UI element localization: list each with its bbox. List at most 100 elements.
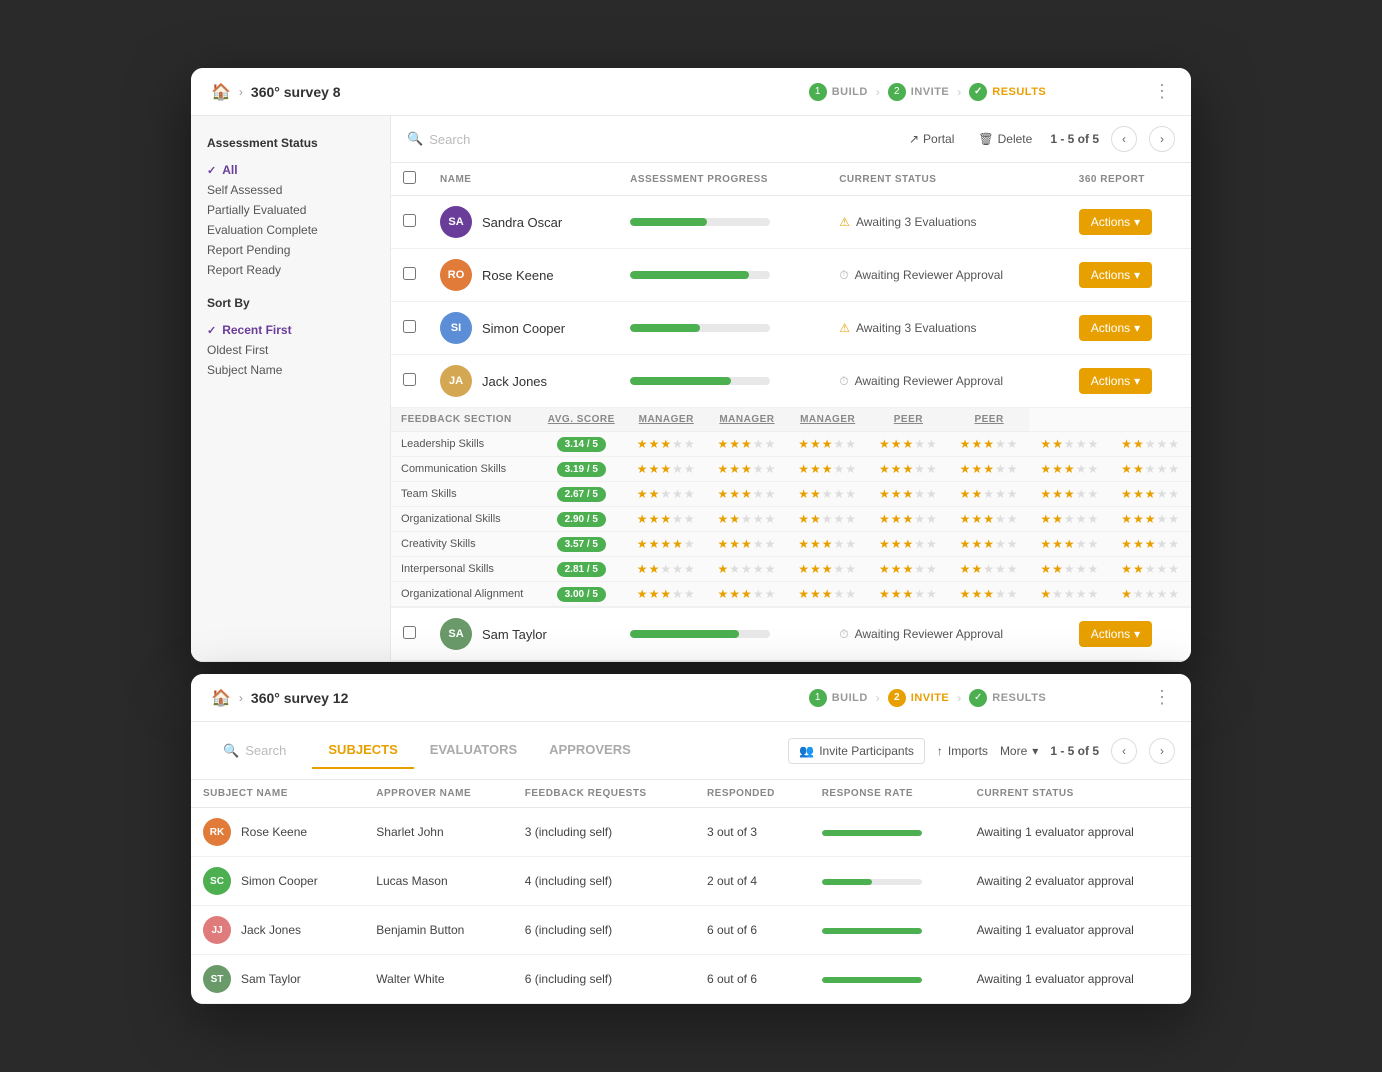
name-cell: SI Simon Cooper xyxy=(428,302,618,355)
home-icon[interactable]: 🏠 xyxy=(211,82,231,102)
star-rating: ★★★★★ xyxy=(718,512,777,526)
tab-approvers[interactable]: APPROVERS xyxy=(533,732,647,769)
actions-chevron-icon: ▾ xyxy=(1134,321,1140,335)
list-item: Team Skills 2.67 / 5 ★★★★★★★★★★★★★★★★★★★… xyxy=(391,482,1191,507)
more-options-icon[interactable]: ⋮ xyxy=(1153,81,1171,102)
table-header-row: NAME ASSESSMENT PROGRESS CURRENT STATUS … xyxy=(391,163,1191,196)
star-rating: ★★★★★ xyxy=(718,462,777,476)
rating-cell: ★★★★★ xyxy=(868,557,949,582)
star-rating: ★★★★★ xyxy=(879,562,938,576)
response-fill xyxy=(822,928,922,934)
sort-oldest[interactable]: Oldest First xyxy=(207,340,374,360)
filter-self-assessed[interactable]: Self Assessed xyxy=(207,180,374,200)
list-item: Communication Skills 3.19 / 5 ★★★★★★★★★★… xyxy=(391,457,1191,482)
subject-name: Sam Taylor xyxy=(482,627,547,642)
sidebar: Assessment Status ✓ All Self Assessed Pa… xyxy=(191,116,391,661)
rating-cell: ★★★★★ xyxy=(787,582,868,607)
delete-button[interactable]: 🗑 Delete xyxy=(972,128,1038,150)
subjects-table: SUBJECT NAME APPROVER NAME FEEDBACK REQU… xyxy=(191,780,1191,1004)
filter-all[interactable]: ✓ All xyxy=(207,160,374,180)
clock-icon: ⏱ xyxy=(839,268,848,283)
star-rating: ★★★★★ xyxy=(637,437,696,451)
sort-recent[interactable]: ✓ Recent First xyxy=(207,320,374,340)
progress-bar xyxy=(630,630,770,638)
results-content: 🔍 Search ↗ Portal 🗑 Delete 1 - 5 of 5 ‹ … xyxy=(391,116,1191,661)
subjects-tbody: RK Rose Keene Sharlet John 3 (including … xyxy=(191,808,1191,1004)
imports-button[interactable]: ↑ Imports xyxy=(937,744,988,758)
rating-cell: ★★★★★ xyxy=(1110,582,1191,607)
portal-button[interactable]: ↗ Portal xyxy=(903,128,960,150)
tab-subjects[interactable]: SUBJECTS xyxy=(312,732,413,769)
sort-section: Sort By ✓ Recent First Oldest First Subj… xyxy=(207,296,374,380)
avatar: JJ xyxy=(203,916,231,944)
th-peer-1: Peer xyxy=(868,408,949,432)
subject-name: Rose Keene xyxy=(482,268,554,283)
tab-search[interactable]: 🔍 Search xyxy=(207,733,302,769)
next-page-button-2[interactable]: › xyxy=(1149,738,1175,764)
row-checkbox[interactable] xyxy=(403,320,416,333)
next-page-button[interactable]: › xyxy=(1149,126,1175,152)
step-invite-label: INVITE xyxy=(911,86,949,98)
avatar: SI xyxy=(440,312,472,344)
star-rating: ★★★★★ xyxy=(798,512,857,526)
response-progress-bar xyxy=(822,830,922,836)
row-checkbox[interactable] xyxy=(403,214,416,227)
star-rating: ★★★★★ xyxy=(1040,562,1099,576)
progress-cell xyxy=(618,608,827,661)
actions-button[interactable]: Actions ▾ xyxy=(1079,368,1152,394)
filter-partially[interactable]: Partially Evaluated xyxy=(207,200,374,220)
rating-cell: ★★★★★ xyxy=(1029,432,1110,457)
rating-cell: ★★★★★ xyxy=(1029,507,1110,532)
actions-cell: Actions ▾ xyxy=(1067,355,1191,408)
actions-cell: Actions ▾ xyxy=(1067,249,1191,302)
progress-fill xyxy=(630,271,749,279)
actions-button[interactable]: Actions ▾ xyxy=(1079,621,1152,647)
star-rating: ★★★★★ xyxy=(718,537,777,551)
row-checkbox[interactable] xyxy=(403,267,416,280)
filter-eval-complete[interactable]: Evaluation Complete xyxy=(207,220,374,240)
star-rating: ★★★★★ xyxy=(718,487,777,501)
sort-name[interactable]: Subject Name xyxy=(207,360,374,380)
breadcrumb-steps-2: 1 BUILD › 2 INVITE › ✓ RESULTS xyxy=(702,689,1153,707)
th-manager-1: Manager xyxy=(626,408,707,432)
star-rating: ★★★★★ xyxy=(960,587,1019,601)
avg-score: 3.14 / 5 xyxy=(537,432,626,457)
rating-cell: ★★★★★ xyxy=(1029,582,1110,607)
imports-label: Imports xyxy=(948,744,988,758)
score-badge: 3.14 / 5 xyxy=(557,437,606,452)
select-all-checkbox[interactable] xyxy=(403,171,416,184)
star-rating: ★★★★★ xyxy=(798,587,857,601)
response-fill xyxy=(822,830,922,836)
rating-cell: ★★★★★ xyxy=(626,507,707,532)
actions-button[interactable]: Actions ▾ xyxy=(1079,209,1152,235)
row-checkbox[interactable] xyxy=(403,626,416,639)
more-chevron-icon: ▾ xyxy=(1032,744,1038,758)
filter-report-ready[interactable]: Report Ready xyxy=(207,260,374,280)
subjects-table-container: SUBJECT NAME APPROVER NAME FEEDBACK REQU… xyxy=(191,780,1191,1004)
portal-label: Portal xyxy=(923,132,954,146)
filter-report-pending[interactable]: Report Pending xyxy=(207,240,374,260)
prev-page-button-2[interactable]: ‹ xyxy=(1111,738,1137,764)
progress-bar xyxy=(630,377,770,385)
response-rate-cell xyxy=(810,857,965,906)
rating-cell: ★★★★★ xyxy=(1029,457,1110,482)
subject-name: Simon Cooper xyxy=(482,321,565,336)
score-badge: 2.90 / 5 xyxy=(557,512,606,527)
tab-evaluators[interactable]: EVALUATORS xyxy=(414,732,533,769)
status-cell: ⏱ Awaiting Reviewer Approval xyxy=(827,608,1067,661)
home-icon-2[interactable]: 🏠 xyxy=(211,688,231,708)
more-options-icon-2[interactable]: ⋮ xyxy=(1153,687,1171,708)
row-checkbox[interactable] xyxy=(403,373,416,386)
actions-button[interactable]: Actions ▾ xyxy=(1079,315,1152,341)
subject-name: Sandra Oscar xyxy=(482,215,562,230)
th-checkbox xyxy=(391,163,428,196)
star-rating: ★★★★★ xyxy=(879,512,938,526)
invite-participants-button[interactable]: 👥 Invite Participants xyxy=(788,738,925,764)
current-status-cell: Awaiting 2 evaluator approval xyxy=(965,857,1191,906)
feedback-requests-cell: 4 (including self) xyxy=(513,857,695,906)
more-button[interactable]: More ▾ xyxy=(1000,744,1038,758)
prev-page-button[interactable]: ‹ xyxy=(1111,126,1137,152)
window-1: 🏠 › 360° survey 8 1 BUILD › 2 INVITE › ✓… xyxy=(191,68,1191,662)
search-placeholder[interactable]: Search xyxy=(429,132,470,147)
actions-button[interactable]: Actions ▾ xyxy=(1079,262,1152,288)
